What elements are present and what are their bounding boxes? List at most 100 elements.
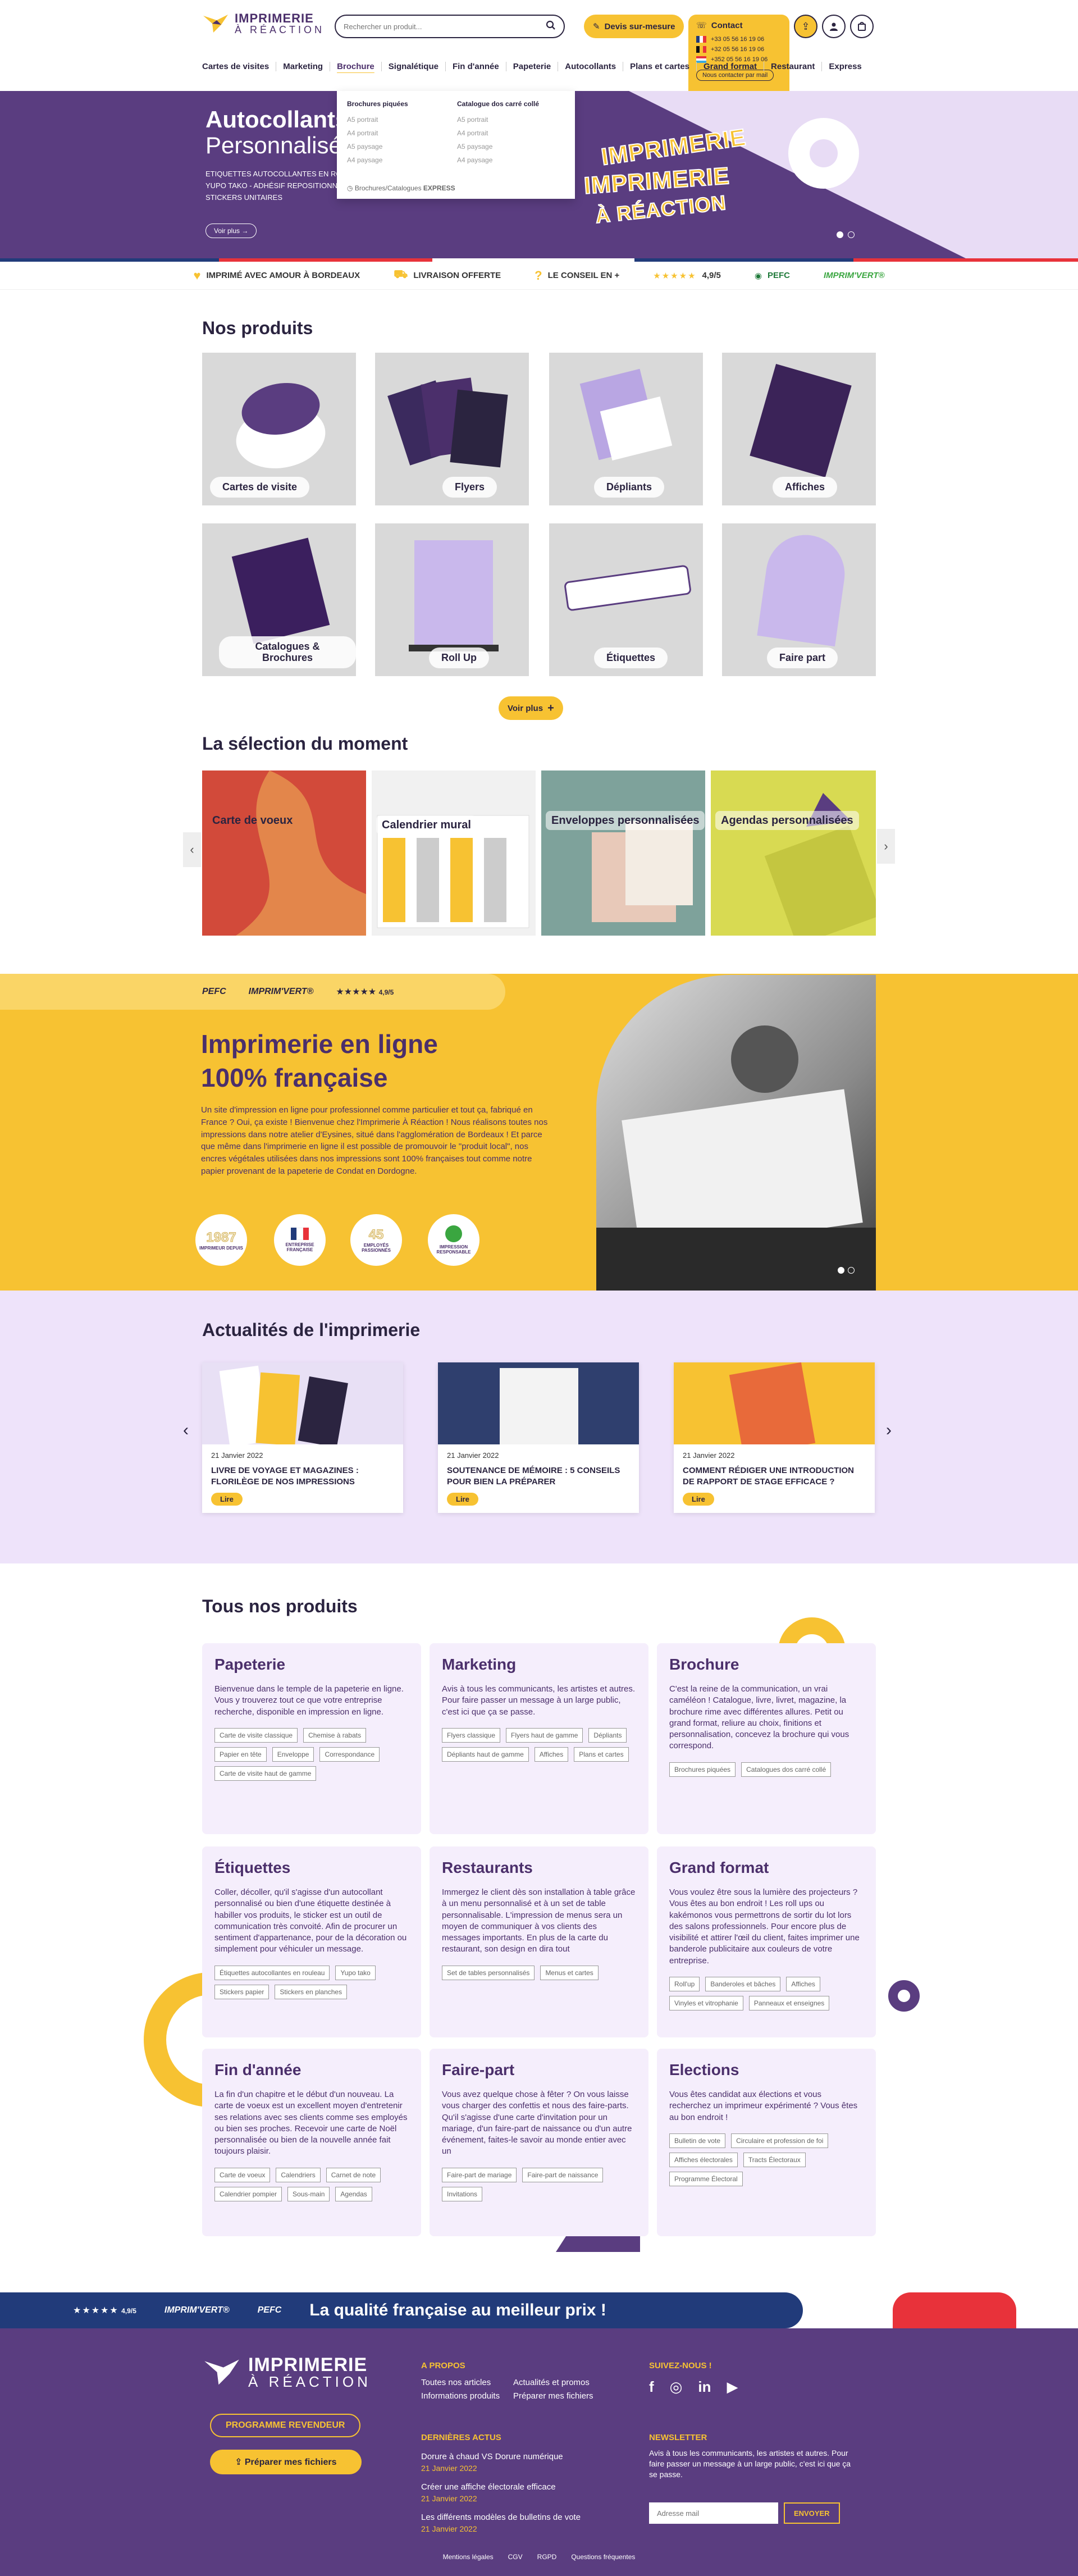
linkedin-icon[interactable]: in [698,2378,711,2396]
nav-item-fin-annee[interactable]: Fin d'année [446,62,506,71]
category-tag[interactable]: Calendrier pompier [214,2186,282,2201]
footer-link[interactable]: Préparer mes fichiers [513,2390,609,2403]
category-tag[interactable]: Flyers classique [442,1727,501,1743]
mega-item[interactable]: A5 portrait [457,116,539,124]
devis-button[interactable]: ✎ Devis sur-mesure [584,15,684,38]
hero-dot-active[interactable] [837,231,843,238]
footer-link[interactable]: Actualités et promos [513,2376,609,2390]
category-tag[interactable]: Correspondance [319,1747,380,1762]
mega-col2-title[interactable]: Catalogue dos carré collé [457,100,539,108]
category-tag[interactable]: Dépliants haut de gamme [442,1747,529,1762]
category-tag[interactable]: Sous-main [287,2186,330,2201]
logo[interactable]: IMPRIMERIE À RÉACTION [202,12,325,35]
nav-item-marketing[interactable]: Marketing [276,62,331,71]
mega-item[interactable]: A4 paysage [457,156,539,164]
phone-fr[interactable]: +33 05 56 16 19 06 [696,36,782,43]
footer-news-item[interactable]: Les différents modèles de bulletins de v… [421,2511,612,2533]
selection-card-voeux[interactable]: Carte de voeux [202,770,366,936]
footer-link[interactable]: Toutes nos articles [421,2376,513,2390]
category-tag[interactable]: Agendas [335,2186,372,2201]
category-tag[interactable]: Carnet de note [326,2167,381,2182]
product-card-etiquettes[interactable]: Étiquettes [549,523,703,676]
product-card-fairepart[interactable]: Faire part [722,523,876,676]
category-title[interactable]: Brochure [669,1656,864,1674]
product-card-rollup[interactable]: Roll Up [375,523,529,676]
hero-see-more-button[interactable]: Voir plus → [205,224,257,238]
category-tag[interactable]: Carte de visite haut de gamme [214,1766,317,1781]
upload-icon[interactable]: ⇪ [794,15,817,38]
category-tag[interactable]: Menus et cartes [540,1965,599,1980]
category-title[interactable]: Faire-part [442,2061,636,2079]
category-title[interactable]: Papeterie [214,1656,409,1674]
category-tag[interactable]: Enveloppe [272,1747,314,1762]
newsletter-email-input[interactable] [649,2502,778,2524]
category-title[interactable]: Elections [669,2061,864,2079]
nav-item-signaletique[interactable]: Signalétique [382,62,446,71]
cart-icon[interactable] [850,15,874,38]
category-tag[interactable]: Carte de voeux [214,2167,271,2182]
news-read-button[interactable]: Lire [447,1493,478,1506]
search-icon[interactable] [546,20,556,33]
photo-dot[interactable] [848,1267,855,1274]
category-tag[interactable]: Set de tables personnalisés [442,1965,535,1980]
nav-item-brochure[interactable]: Brochure [330,62,382,71]
footer-news-item[interactable]: Dorure à chaud VS Dorure numérique 21 Jan… [421,2450,612,2473]
category-tag[interactable]: Invitations [442,2186,483,2201]
nav-item-autocollants[interactable]: Autocollants [558,62,624,71]
mega-express-link[interactable]: ◷ Brochures/Catalogues EXPRESS [347,184,455,192]
category-tag[interactable]: Yupo tako [335,1965,376,1980]
category-title[interactable]: Étiquettes [214,1859,409,1877]
category-tag[interactable]: Tracts Électoraux [743,2152,806,2167]
news-prev-chevron-icon[interactable]: ‹ [183,1421,189,1440]
category-tag[interactable]: Bulletin de vote [669,2133,726,2148]
category-tag[interactable]: Faire-part de naissance [522,2167,604,2182]
category-tag[interactable]: Stickers papier [214,1984,270,1999]
mega-item[interactable]: A4 portrait [457,129,539,137]
products-see-more-button[interactable]: Voir plus + [499,696,563,720]
footer-logo[interactable]: IMPRIMERIE À RÉACTION [202,2355,371,2389]
category-title[interactable]: Fin d'année [214,2061,409,2079]
product-card-catalogues[interactable]: Catalogues & Brochures [202,523,356,676]
news-next-chevron-icon[interactable]: › [886,1421,892,1440]
nav-item-grand-format[interactable]: Grand format [697,62,765,71]
instagram-icon[interactable]: ◎ [670,2378,683,2396]
legal-link[interactable]: CGV [508,2553,523,2561]
category-tag[interactable]: Affiches [786,1976,820,1991]
mega-col1-title[interactable]: Brochures piquées [347,100,408,108]
nav-item-restaurant[interactable]: Restaurant [764,62,823,71]
mega-item[interactable]: A4 portrait [347,129,408,137]
search-input[interactable] [344,22,546,31]
news-card[interactable]: 21 Janvier 2022 COMMENT RÉDIGER UNE INTR… [674,1362,875,1513]
category-tag[interactable]: Dépliants [588,1727,627,1743]
category-tag[interactable]: Brochures piquées [669,1762,736,1777]
footer-link[interactable]: Informations produits [421,2390,513,2403]
news-card[interactable]: 21 Janvier 2022 SOUTENANCE DE MÉMOIRE : … [438,1362,639,1513]
category-tag[interactable]: Roll'up [669,1976,700,1991]
news-read-button[interactable]: Lire [211,1493,243,1506]
category-tag[interactable]: Programme Électoral [669,2171,743,2186]
category-tag[interactable]: Flyers haut de gamme [506,1727,583,1743]
photo-dot[interactable] [838,1267,844,1274]
category-tag[interactable]: Circulaire et profession de foi [731,2133,829,2148]
preparer-fichiers-button[interactable]: ⇪ Préparer mes fichiers [210,2450,362,2474]
youtube-icon[interactable]: ▶ [727,2378,738,2396]
nav-item-express[interactable]: Express [822,62,868,71]
category-title[interactable]: Marketing [442,1656,636,1674]
revendeur-button[interactable]: PROGRAMME REVENDEUR [210,2414,361,2437]
selection-prev-arrow-icon[interactable]: ‹ [183,832,201,867]
contact-mail-button[interactable]: Nous contacter par mail [696,70,774,81]
category-tag[interactable]: Affiches électorales [669,2152,738,2167]
category-tag[interactable]: Faire-part de mariage [442,2167,517,2182]
mega-item[interactable]: A5 paysage [457,143,539,151]
mega-item[interactable]: A5 paysage [347,143,408,151]
product-card-cartes[interactable]: Cartes de visite [202,353,356,505]
selection-next-arrow-icon[interactable]: › [877,829,895,864]
facebook-icon[interactable]: f [649,2378,654,2396]
nav-item-plans[interactable]: Plans et cartes [623,62,697,71]
nav-item-papeterie[interactable]: Papeterie [506,62,559,71]
legal-link[interactable]: RGPD [537,2553,557,2561]
selection-card-agendas[interactable]: Agendas personnalisées [711,770,876,936]
category-tag[interactable]: Papier en tête [214,1747,267,1762]
newsletter-submit-button[interactable]: ENVOYER [784,2502,840,2524]
news-read-button[interactable]: Lire [683,1493,714,1506]
